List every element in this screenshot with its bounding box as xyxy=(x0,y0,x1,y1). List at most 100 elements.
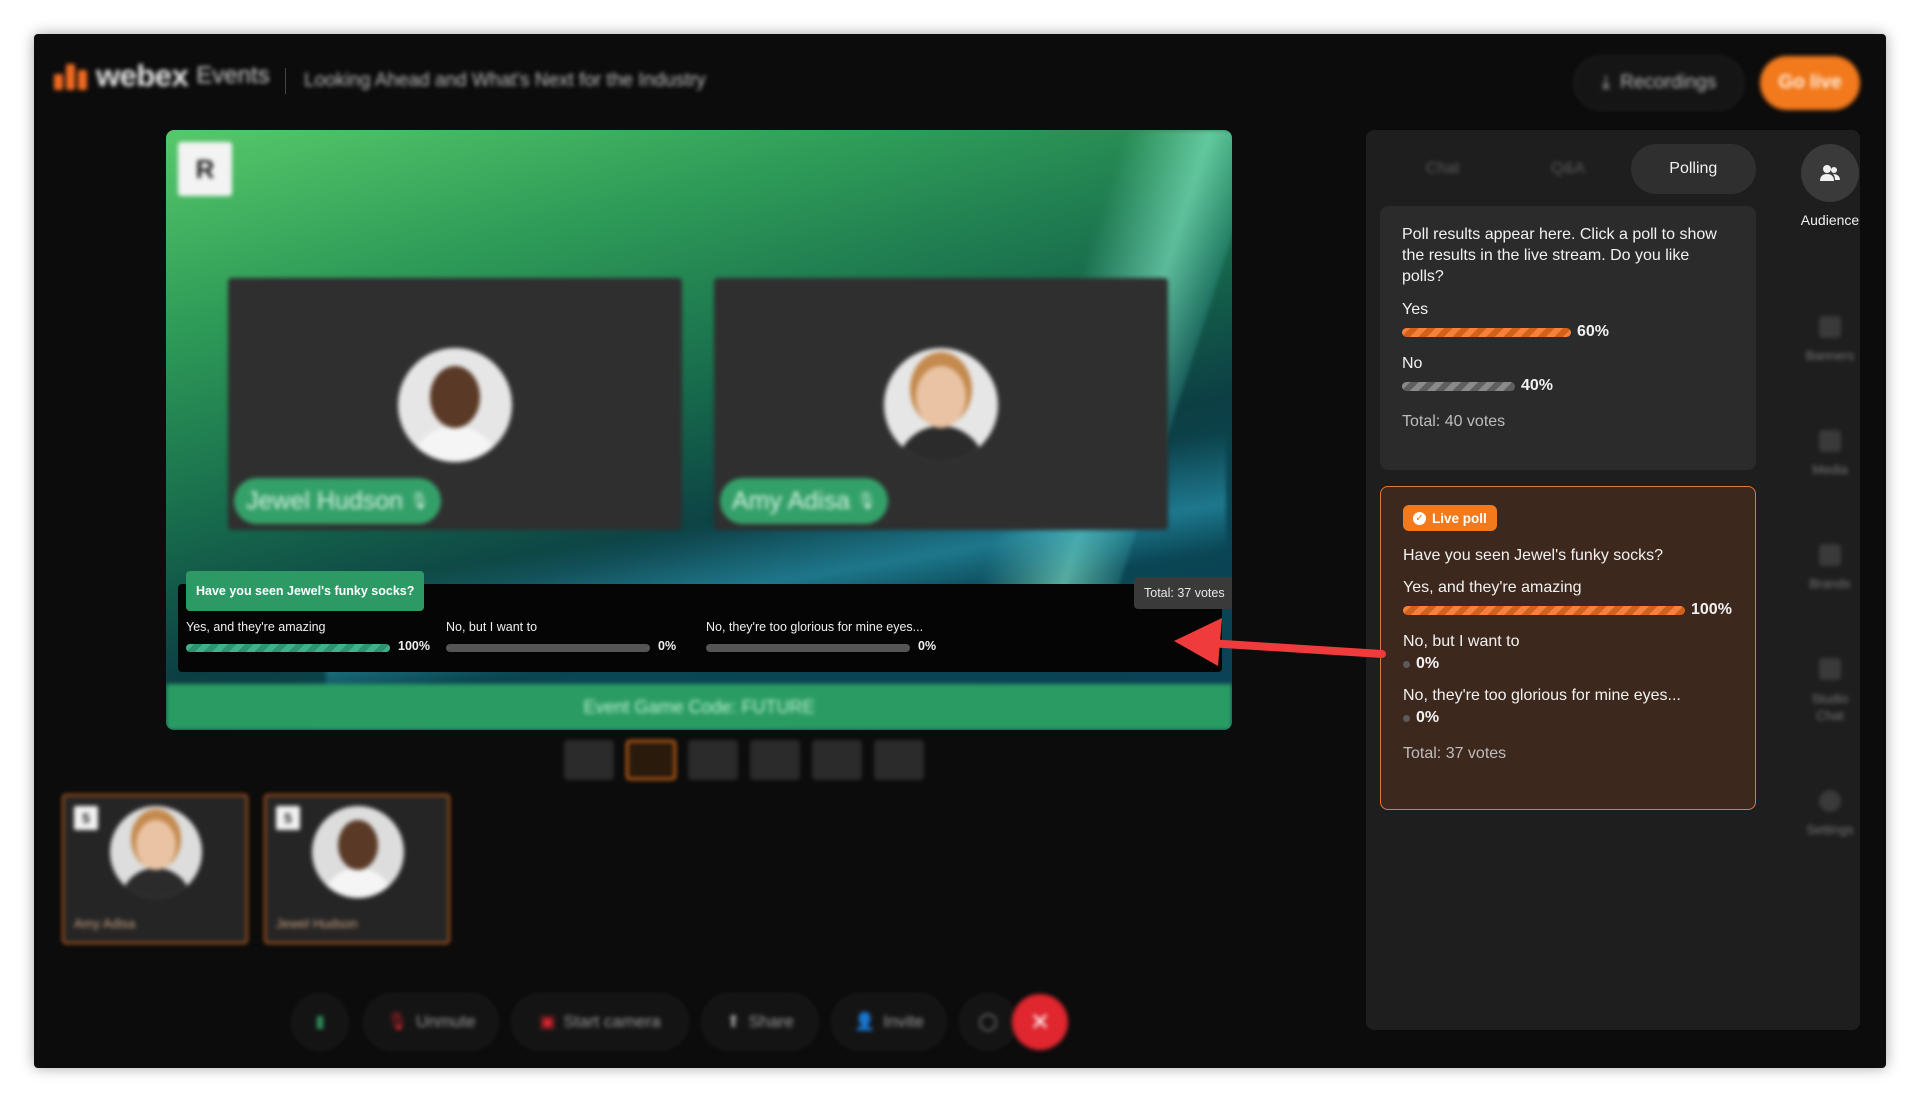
layout-grid-icon[interactable] xyxy=(688,740,738,780)
tab-qa[interactable]: Q&A xyxy=(1505,144,1630,194)
go-live-button[interactable]: Go live xyxy=(1760,56,1860,110)
start-camera-button[interactable]: ▣ Start camera xyxy=(512,994,688,1050)
chat-bubble-icon: ◯ xyxy=(978,1012,998,1031)
brand-name: webex xyxy=(96,58,189,93)
poll-option: Yes 60% xyxy=(1402,301,1734,341)
rail-brands-label: Brands xyxy=(1809,576,1851,591)
stage-poll-option: Yes, and they're amazing 100% xyxy=(186,620,436,653)
invite-button[interactable]: 👤 Invite xyxy=(832,994,946,1050)
stage-preview: R Jewel Hudson 🎙 Amy Adisa 🎙 Have you se… xyxy=(166,130,1232,730)
layout-blank-icon[interactable] xyxy=(874,740,924,780)
stage-poll-option-label: No, but I want to xyxy=(446,620,538,634)
live-poll-badge-label: Live poll xyxy=(1432,510,1487,526)
participant-thumbnail[interactable]: 5 Amy Adisa xyxy=(62,794,248,944)
close-icon: ✕ xyxy=(1029,1008,1051,1036)
mic-off-icon: 🎙 xyxy=(386,1012,409,1031)
rail-studio-chat-label: Studio Chat xyxy=(1811,691,1849,723)
poll-option: Yes, and they're amazing 100% xyxy=(1403,579,1733,619)
poll-option-percent: 60% xyxy=(1577,323,1610,340)
poll-description: Poll results appear here. Click a poll t… xyxy=(1402,226,1717,285)
live-poll-question: Have you seen Jewel's funky socks? xyxy=(1403,547,1664,564)
rail-media[interactable]: Media xyxy=(1780,430,1880,477)
invite-icon: 👤 xyxy=(854,1012,876,1031)
webex-logo: webex Events xyxy=(54,58,270,94)
poll-results-card[interactable]: Poll results appear here. Click a poll t… xyxy=(1380,206,1756,470)
brand-suffix: Events xyxy=(196,62,270,89)
presenter-name: Jewel Hudson xyxy=(246,486,404,515)
recordings-button[interactable]: ⤓ Recordings xyxy=(1574,56,1744,110)
rail-banners-label: Banners xyxy=(1805,348,1855,363)
layout-speaker-icon[interactable] xyxy=(750,740,800,780)
poll-option-label: No, but I want to xyxy=(1403,633,1520,650)
header-divider xyxy=(285,68,286,94)
poll-option-bar xyxy=(1402,327,1571,337)
webex-logo-mark-icon xyxy=(54,62,88,90)
share-label: Share xyxy=(748,1012,794,1031)
poll-option-bar xyxy=(1403,605,1685,615)
event-game-code-banner: Event Game Code: FUTURE xyxy=(166,684,1232,730)
panel-tabs: Chat Q&A Polling xyxy=(1380,144,1756,194)
poll-option-bar xyxy=(1403,714,1410,722)
signal-strength-button[interactable]: ▮ xyxy=(292,994,348,1050)
rail-settings-label: Settings xyxy=(1806,822,1854,837)
poll-option-label: Yes, and they're amazing xyxy=(1403,579,1582,596)
stage-poll-option-label: Yes, and they're amazing xyxy=(186,620,326,634)
poll-total: Total: 37 votes xyxy=(1403,745,1507,762)
layout-side-by-side-icon[interactable] xyxy=(626,740,676,780)
avatar xyxy=(884,348,998,462)
tab-chat[interactable]: Chat xyxy=(1380,144,1505,194)
rail-audience-label: Audience xyxy=(1800,212,1860,228)
poll-option-bar xyxy=(1402,381,1515,391)
settings-gear-icon xyxy=(1819,790,1841,812)
rail-media-label: Media xyxy=(1812,462,1848,477)
share-button[interactable]: ⬆ Share xyxy=(702,994,818,1050)
stage-slot-badge: 5 xyxy=(74,806,98,830)
participant-name: Jewel Hudson xyxy=(276,916,358,931)
poll-option-label: No xyxy=(1402,355,1423,372)
mic-muted-icon: 🎙 xyxy=(856,493,877,510)
avatar xyxy=(110,806,202,898)
live-poll-badge: ✓ Live poll xyxy=(1403,505,1497,531)
check-circle-icon: ✓ xyxy=(1413,511,1426,525)
signal-icon: ▮ xyxy=(315,1012,325,1031)
mic-muted-icon: 🎙 xyxy=(409,493,430,510)
stage-logo-icon: R xyxy=(178,142,232,196)
rail-brands[interactable]: Brands xyxy=(1780,544,1880,591)
presenter-tile[interactable]: Jewel Hudson 🎙 xyxy=(228,278,682,530)
layout-share-icon[interactable] xyxy=(812,740,862,780)
rail-studio-chat[interactable]: Studio Chat xyxy=(1780,658,1880,724)
layout-single-icon[interactable] xyxy=(564,740,614,780)
presenter-tile[interactable]: Amy Adisa 🎙 xyxy=(714,278,1168,530)
share-icon: ⬆ xyxy=(726,1012,741,1031)
tab-polling[interactable]: Polling xyxy=(1630,144,1756,194)
poll-option-percent: 40% xyxy=(1521,377,1554,394)
poll-option-label: No, they're too glorious for mine eyes..… xyxy=(1403,687,1681,704)
unmute-button[interactable]: 🎙 Unmute xyxy=(364,994,498,1050)
stage-poll-option: No, but I want to 0% xyxy=(446,620,696,653)
stage-poll-option-percent: 0% xyxy=(658,639,677,653)
avatar xyxy=(398,348,512,462)
rail-banners[interactable]: Banners xyxy=(1780,316,1880,363)
live-poll-card[interactable]: ✓ Live poll Have you seen Jewel's funky … xyxy=(1380,486,1756,810)
rail-audience[interactable]: Audience xyxy=(1780,144,1880,228)
download-icon: ⤓ xyxy=(1601,72,1611,93)
poll-option: No, they're too glorious for mine eyes..… xyxy=(1403,687,1733,727)
participant-thumbnail[interactable]: 5 Jewel Hudson xyxy=(264,794,450,944)
stage-poll-option-percent: 0% xyxy=(918,639,937,653)
layout-switcher xyxy=(564,740,924,780)
poll-option-percent: 0% xyxy=(1416,655,1440,672)
poll-option-percent: 0% xyxy=(1416,709,1440,726)
stage-poll-option-label: No, they're too glorious for mine eyes..… xyxy=(706,620,924,634)
avatar xyxy=(312,806,404,898)
poll-option: No, but I want to 0% xyxy=(1403,633,1733,673)
more-options-button[interactable]: ◯ xyxy=(960,994,1016,1050)
presenter-name-tag: Jewel Hudson 🎙 xyxy=(234,478,442,524)
presenter-name-tag: Amy Adisa 🎙 xyxy=(720,478,889,524)
stage-poll-option-percent: 100% xyxy=(398,639,430,653)
recordings-label: Recordings xyxy=(1620,72,1717,93)
poll-option-percent: 100% xyxy=(1691,601,1732,618)
poll-option: No 40% xyxy=(1402,355,1734,395)
rail-settings[interactable]: Settings xyxy=(1780,790,1880,837)
stage-poll-total: Total: 37 votes xyxy=(1134,577,1232,609)
end-event-button[interactable]: ✕ xyxy=(1012,994,1068,1050)
